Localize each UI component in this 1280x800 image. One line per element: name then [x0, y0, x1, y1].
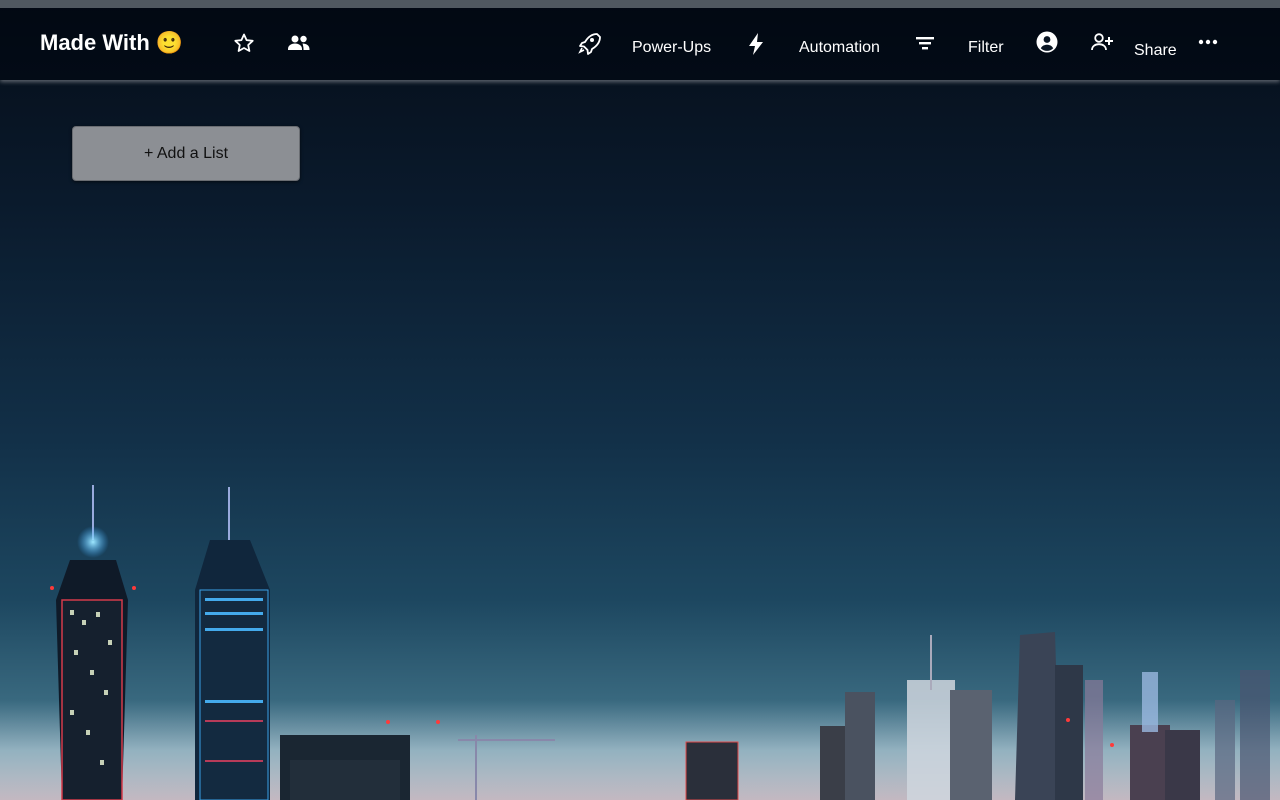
board-title[interactable]: Made With 🙂 — [40, 30, 183, 56]
add-list-label: + Add a List — [143, 144, 229, 162]
star-icon[interactable] — [232, 31, 256, 55]
smile-emoji: 🙂 — [155, 30, 184, 55]
person-add-icon[interactable] — [1089, 30, 1115, 54]
background-city-image — [0, 485, 1280, 800]
account-circle-icon[interactable] — [1035, 30, 1059, 54]
power-ups-button[interactable]: Power-Ups — [632, 39, 711, 57]
lightning-icon[interactable] — [745, 31, 767, 57]
filter-button[interactable]: Filter — [968, 39, 1004, 57]
board-header: Made With 🙂 Power-Ups Automation Filter … — [0, 0, 1280, 80]
more-horizontal-icon[interactable] — [1198, 38, 1218, 46]
add-list-button[interactable]: + Add a List — [72, 126, 300, 181]
board-title-text: Made With — [40, 30, 150, 55]
filter-icon[interactable] — [914, 32, 936, 54]
share-button[interactable]: Share — [1134, 42, 1177, 60]
automation-button[interactable]: Automation — [799, 39, 880, 57]
people-icon[interactable] — [286, 31, 312, 55]
rocket-icon[interactable] — [576, 30, 602, 56]
